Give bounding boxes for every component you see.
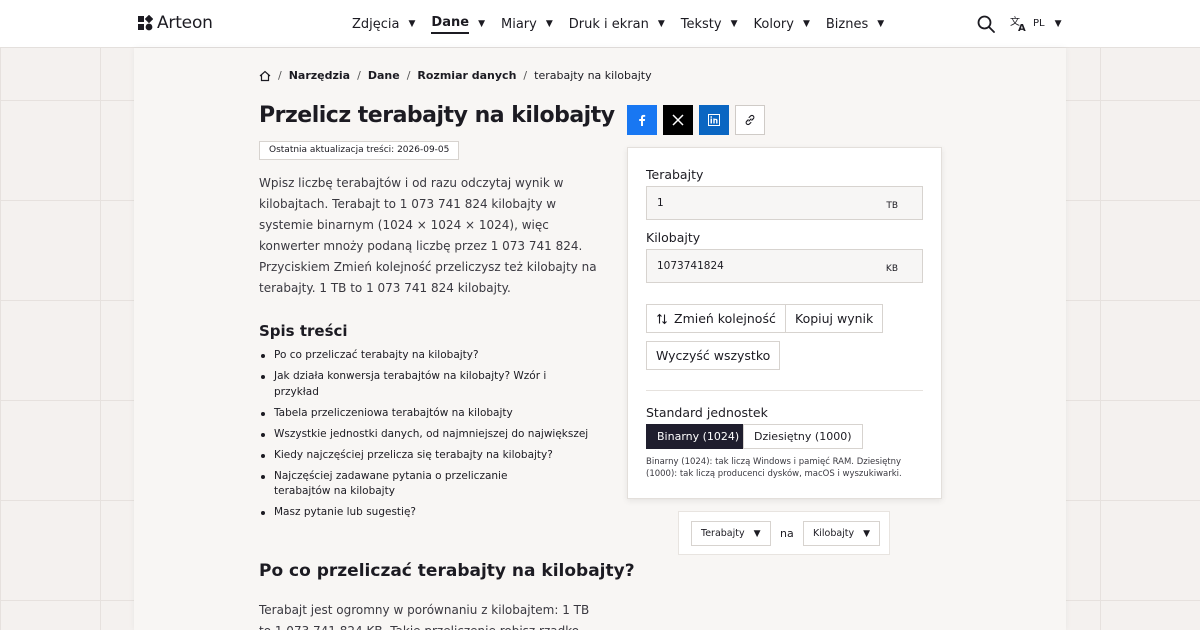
- chevron-down-icon: ▼: [863, 528, 871, 539]
- standard-label: Standard jednostek: [646, 405, 768, 420]
- standard-note: Binarny (1024): tak liczą Windows i pami…: [646, 457, 902, 479]
- toc-item[interactable]: Tabela przeliczeniowa terabajtów na kilo…: [259, 406, 589, 422]
- toc-item[interactable]: Wszystkie jednostki danych, od najmniejs…: [259, 427, 589, 443]
- chevron-down-icon: ▼: [545, 19, 553, 29]
- kilobytes-value: 1073741824: [657, 260, 724, 272]
- nav-label: Druk i ekran: [568, 16, 649, 32]
- table-of-contents: Po co przeliczać terabajty na kilobajty?…: [259, 348, 589, 526]
- terabytes-value: 1: [657, 197, 664, 209]
- main-nav: Zdjęcia ▼ Dane ▼ Miary ▼ Druk i ekran ▼ …: [352, 0, 900, 48]
- nav-label: Teksty: [680, 16, 722, 32]
- intro-text: Wpisz liczbę terabajtów i od razu odczyt…: [259, 176, 597, 295]
- nav-item-kolory[interactable]: Kolory ▼: [754, 0, 810, 48]
- kilobytes-unit: KB: [885, 264, 898, 274]
- facebook-icon: [639, 114, 646, 126]
- breadcrumb-link-dane[interactable]: Dane: [368, 69, 400, 82]
- search-icon[interactable]: [977, 15, 995, 33]
- swap-order-label: Zmień kolejność: [674, 311, 776, 326]
- terabytes-unit: TB: [886, 201, 898, 211]
- breadcrumb: / Narzędzia / Dane / Rozmiar danych / te…: [259, 69, 652, 82]
- toc-title: Spis treści: [259, 322, 348, 340]
- nav-label: Kolory: [753, 16, 794, 32]
- x-icon: [672, 114, 684, 126]
- breadcrumb-separator: /: [523, 69, 528, 82]
- binary-standard-option[interactable]: Binarny (1024): [646, 424, 751, 449]
- chevron-down-icon: ▼: [802, 19, 810, 29]
- from-unit-select[interactable]: Terabajty ▼: [691, 521, 771, 546]
- updated-badge: Ostatnia aktualizacja treści: 2026-09-05: [259, 141, 460, 160]
- copy-result-label: Kopiuj wynik: [795, 311, 874, 326]
- from-label: Terabajty: [646, 167, 704, 182]
- nav-item-teksty[interactable]: Teksty ▼: [681, 0, 738, 48]
- home-icon[interactable]: [259, 70, 271, 82]
- language-switcher[interactable]: 文 A PL ▼: [1010, 15, 1062, 32]
- nav-label: Miary: [500, 16, 537, 32]
- to-unit-value: Kilobajty: [813, 528, 855, 539]
- section-text: Terabajt jest ogromny w porównaniu z kil…: [259, 603, 590, 630]
- share-buttons: [627, 105, 765, 135]
- swap-order-button[interactable]: Zmień kolejność: [646, 304, 786, 333]
- chevron-down-icon: ▼: [478, 19, 485, 29]
- nav-label: Dane: [431, 15, 470, 34]
- svg-text:A: A: [1018, 23, 1026, 32]
- logo-text: Arteon: [157, 13, 213, 33]
- logo-icon: [138, 15, 153, 31]
- logo[interactable]: Arteon: [137, 13, 213, 33]
- divider: [646, 390, 923, 391]
- swap-icon: [657, 313, 667, 324]
- from-unit-value: Terabajty: [701, 528, 745, 539]
- toc-item[interactable]: Najczęściej zadawane pytania o przelicza…: [259, 469, 559, 500]
- linkedin-icon: [708, 114, 720, 126]
- unit-connector: na: [780, 527, 794, 540]
- share-facebook-button[interactable]: [627, 105, 657, 135]
- toc-item[interactable]: Po co przeliczać terabajty na kilobajty?: [259, 348, 589, 364]
- breadcrumb-link-narzedzia[interactable]: Narzędzia: [289, 69, 350, 82]
- clear-all-button[interactable]: Wyczyść wszystko: [646, 341, 781, 370]
- share-x-button[interactable]: [663, 105, 693, 135]
- breadcrumb-current: terabajty na kilobajty: [534, 69, 652, 82]
- chevron-down-icon: ▼: [730, 19, 738, 29]
- breadcrumb-separator: /: [357, 69, 361, 82]
- nav-label: Biznes: [825, 16, 869, 32]
- chevron-down-icon: ▼: [877, 19, 885, 29]
- converter-card: Terabajty 1 TB Kilobajty 1073741824 KB Z…: [627, 147, 942, 499]
- breadcrumb-separator: /: [406, 69, 411, 82]
- site-header: Arteon Zdjęcia ▼ Dane ▼ Miary ▼ Druk i e…: [0, 0, 1200, 48]
- page-title: Przelicz terabajty na kilobajty: [259, 103, 615, 128]
- unit-selector-bar: Terabajty ▼ na Kilobajty ▼: [678, 511, 890, 555]
- chevron-down-icon: ▼: [408, 19, 416, 29]
- to-unit-select[interactable]: Kilobajty ▼: [803, 521, 881, 546]
- nav-label: Zdjęcia: [352, 16, 400, 32]
- link-icon: [745, 114, 755, 126]
- clear-all-label: Wyczyść wszystko: [656, 348, 771, 363]
- chevron-down-icon: ▼: [1054, 18, 1062, 29]
- decimal-standard-option[interactable]: Dziesiętny (1000): [743, 424, 863, 449]
- breadcrumb-link-rozmiar-danych[interactable]: Rozmiar danych: [417, 69, 516, 82]
- copy-result-button[interactable]: Kopiuj wynik: [785, 304, 884, 333]
- toc-item[interactable]: Jak działa konwersja terabajtów na kilob…: [259, 369, 589, 400]
- share-linkedin-button[interactable]: [699, 105, 729, 135]
- chevron-down-icon: ▼: [657, 19, 665, 29]
- language-code: PL: [1033, 18, 1045, 29]
- nav-item-dane[interactable]: Dane ▼: [431, 0, 485, 48]
- section-title: Po co przeliczać terabajty na kilobajty?: [259, 561, 635, 581]
- nav-item-druk-i-ekran[interactable]: Druk i ekran ▼: [569, 0, 665, 48]
- toc-item[interactable]: Kiedy najczęściej przelicza się terabajt…: [259, 448, 589, 464]
- nav-item-zdjecia[interactable]: Zdjęcia ▼: [352, 0, 415, 48]
- translate-icon: 文 A: [1010, 15, 1026, 32]
- to-label: Kilobajty: [646, 230, 701, 245]
- chevron-down-icon: ▼: [753, 528, 761, 539]
- copy-link-button[interactable]: [735, 105, 765, 135]
- nav-item-biznes[interactable]: Biznes ▼: [826, 0, 884, 48]
- toc-item[interactable]: Masz pytanie lub sugestię?: [259, 505, 589, 521]
- breadcrumb-separator: /: [278, 69, 282, 82]
- nav-item-miary[interactable]: Miary ▼: [501, 0, 553, 48]
- terabytes-input[interactable]: 1 TB: [646, 186, 923, 220]
- kilobytes-input[interactable]: 1073741824 KB: [646, 249, 923, 283]
